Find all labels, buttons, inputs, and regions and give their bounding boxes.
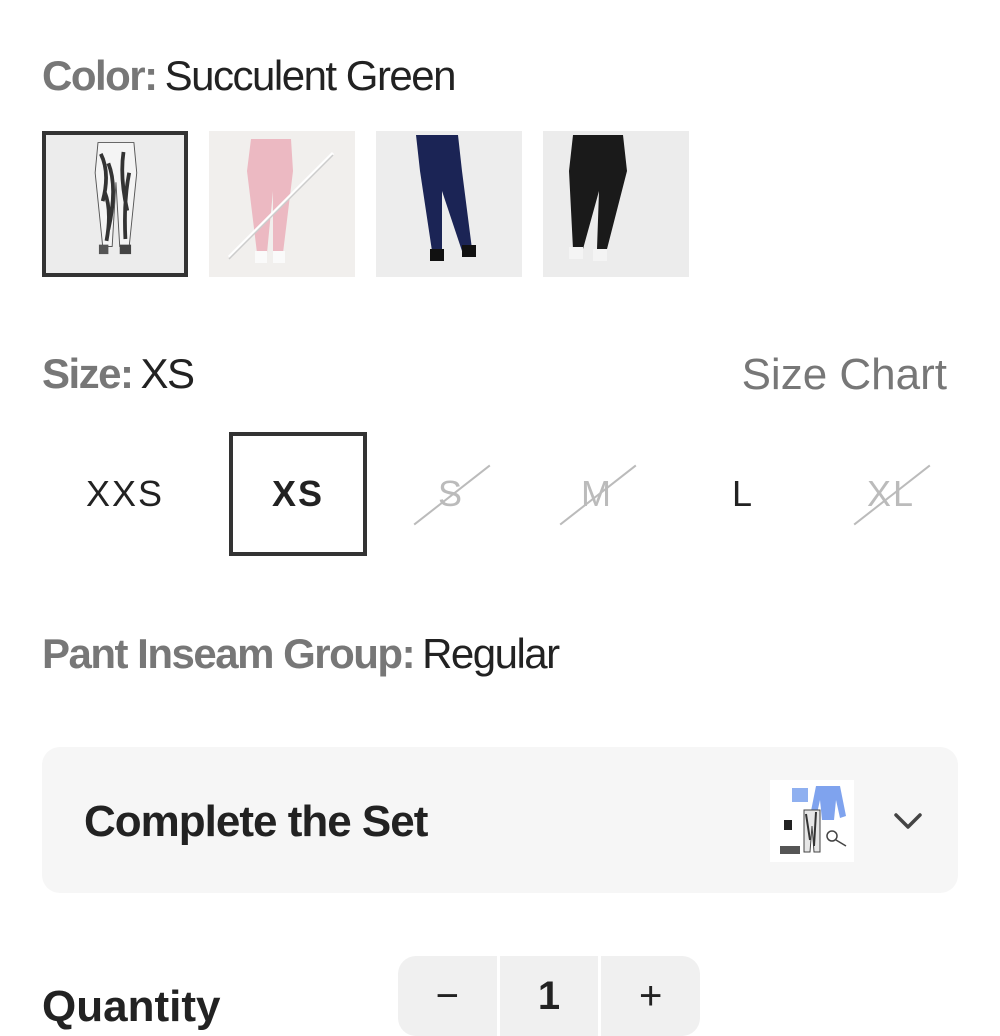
quantity-value[interactable]: 1: [496, 956, 602, 1036]
swatch-black[interactable]: [543, 131, 689, 277]
size-chart-link[interactable]: Size Chart: [742, 350, 947, 400]
outfit-thumbnail: [770, 780, 854, 862]
size-label: Size:: [42, 350, 134, 397]
legging-image: [543, 131, 689, 277]
complete-the-set-accordion[interactable]: Complete the Set: [42, 747, 958, 893]
quantity-stepper: − 1 +: [398, 956, 700, 1036]
inseam-row: Pant Inseam Group: Regular: [42, 630, 560, 678]
size-option-label: XXS: [85, 473, 165, 514]
chevron-down-icon: [894, 813, 922, 829]
swatch-pink[interactable]: [209, 131, 355, 277]
legging-image: [376, 131, 522, 277]
outfit-image: [770, 780, 854, 862]
quantity-label: Quantity: [42, 982, 221, 1031]
inseam-label: Pant Inseam Group:: [42, 630, 416, 677]
size-option-s[interactable]: S: [382, 432, 520, 556]
color-value: Succulent Green: [164, 52, 457, 99]
quantity-increment-button[interactable]: +: [601, 956, 700, 1036]
quantity-decrement-button[interactable]: −: [398, 956, 497, 1036]
size-option-label: L: [731, 473, 755, 514]
size-row: Size: XS: [42, 350, 196, 398]
swatch-white-black-print[interactable]: [42, 131, 188, 277]
size-option-xl[interactable]: XL: [822, 432, 960, 556]
complete-the-set-title: Complete the Set: [84, 797, 428, 846]
color-swatches: [42, 131, 689, 277]
color-row: Color: Succulent Green: [42, 52, 457, 100]
size-options: XXS XS S M L XL: [42, 432, 948, 556]
size-value: XS: [140, 350, 196, 397]
color-label: Color:: [42, 52, 158, 99]
size-option-l[interactable]: L: [674, 432, 812, 556]
legging-image: [209, 131, 355, 277]
size-option-xxs[interactable]: XXS: [56, 432, 194, 556]
legging-image: [46, 135, 184, 273]
inseam-value: Regular: [422, 630, 560, 677]
swatch-navy[interactable]: [376, 131, 522, 277]
size-option-label: XS: [271, 473, 325, 514]
size-option-m[interactable]: M: [528, 432, 666, 556]
size-option-xs[interactable]: XS: [229, 432, 367, 556]
